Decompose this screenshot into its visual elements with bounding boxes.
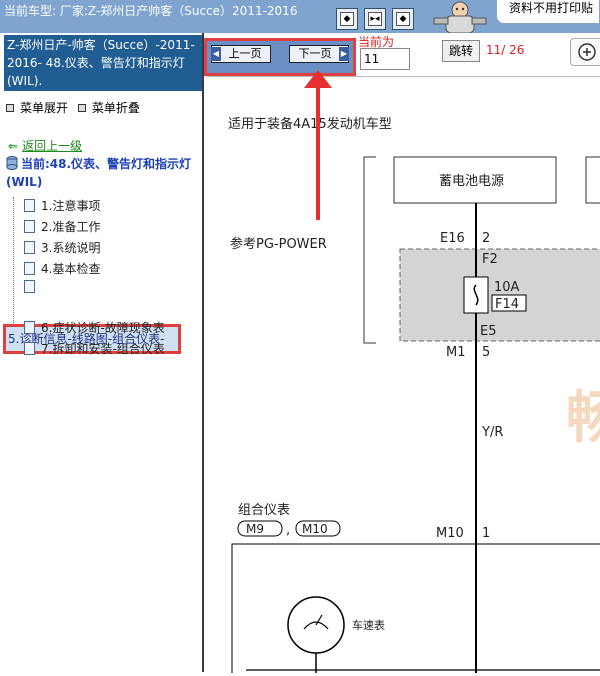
- top-bar: 当前车型: 厂家:Z-郑州日产帅客（Succe）2011-2016 ◆ ▸◂ ◆…: [0, 0, 600, 33]
- back-arrow-icon: ⇐: [8, 139, 19, 153]
- current-section-label: 当前:48.仪表、警告灯和指示灯(WIL): [6, 157, 192, 189]
- zoom-in-icon: [578, 43, 596, 61]
- connector-m9: M9: [246, 522, 264, 536]
- pin-m1: M1: [446, 345, 466, 360]
- cluster-label: 组合仪表: [238, 503, 290, 518]
- back-label: 返回上一级: [22, 139, 83, 153]
- tree-item-1[interactable]: 1.注意事项: [10, 197, 100, 214]
- tree-item-label: 4.基本检查: [41, 262, 101, 276]
- back-link[interactable]: ⇐ 返回上一级: [8, 137, 82, 154]
- pin-f2: F2: [482, 252, 498, 267]
- tree-item-4[interactable]: 4.基本检查: [10, 260, 100, 277]
- document-icon: [24, 199, 35, 212]
- next-page-label: 下一页: [298, 47, 332, 60]
- connector-m10: M10: [302, 522, 328, 536]
- pin-e16: E16: [440, 231, 465, 246]
- tree-item-7[interactable]: 7.拆卸和安装-组合仪表: [10, 340, 165, 357]
- menu-toggle-row: 菜单展开 菜单折叠: [6, 99, 140, 116]
- fuse-amp: 10A: [494, 280, 520, 295]
- tree-item-6[interactable]: 6.症状诊断-故障现象表: [10, 319, 165, 336]
- nav-last-button[interactable]: ◆: [392, 8, 414, 30]
- pin-e16-num: 2: [482, 231, 490, 246]
- mascot-icon: [433, 1, 487, 33]
- watermark-text: 畅: [566, 386, 600, 451]
- next-arrow-icon: ▶: [339, 47, 349, 61]
- jump-button[interactable]: 跳转: [442, 40, 480, 62]
- document-icon: [24, 280, 35, 293]
- tree-item-label: 6.症状诊断-故障现象表: [41, 321, 165, 335]
- tree-item-2[interactable]: 2.准备工作: [10, 218, 100, 235]
- document-icon: [24, 262, 35, 275]
- page-count: 11/ 26: [486, 43, 525, 57]
- prev-page-button[interactable]: ◀ 上一页: [211, 45, 271, 63]
- zoom-in-button[interactable]: [570, 38, 600, 66]
- prev-arrow-icon: ◀: [211, 47, 221, 61]
- tree-item-label: 3.系统说明: [41, 241, 101, 255]
- prev-page-label: 上一页: [228, 47, 262, 60]
- current-vehicle-text: 当前车型: 厂家:Z-郑州日产帅客（Succe）2011-2016: [4, 4, 298, 18]
- fuse-id: F14: [495, 297, 519, 312]
- red-arrow-annotation: [304, 70, 332, 220]
- tree-item-3[interactable]: 3.系统说明: [10, 239, 100, 256]
- ref-text: 参考PG-POWER: [230, 236, 327, 252]
- collapse-icon: [77, 104, 86, 112]
- pin-m10: M10: [436, 526, 464, 541]
- left-panel: Z-郑州日产-帅客（Succe）-2011-2016- 48.仪表、警告灯和指示…: [0, 33, 204, 672]
- nav-first-button[interactable]: ◆: [336, 8, 358, 30]
- database-icon: [6, 156, 18, 170]
- page-number-input[interactable]: 11: [360, 48, 410, 70]
- split-icon: ▸◂: [368, 12, 382, 26]
- cluster-box: [231, 543, 600, 676]
- battery-box-2: [585, 156, 600, 204]
- wiring-diagram: 适用于装备4A15发动机车型 畅 参考PG-POWER 蓄电池电源 E16 2 …: [206, 76, 600, 676]
- last-icon: ◆: [396, 12, 410, 26]
- document-icon: [24, 321, 35, 334]
- connector-comma: ,: [286, 523, 290, 538]
- notice-text: 资料不用打印贴: [509, 1, 594, 15]
- tree-item-label: 7.拆卸和安装-组合仪表: [41, 342, 165, 356]
- battery-label: 蓄电池电源: [439, 174, 504, 189]
- current-section: 当前:48.仪表、警告灯和指示灯(WIL): [6, 155, 206, 191]
- tree-item-label: 1.注意事项: [41, 199, 101, 213]
- wire-color: Y/R: [481, 425, 503, 440]
- menu-expand-label: 菜单展开: [20, 101, 69, 115]
- tree-item-label: 2.准备工作: [41, 220, 101, 234]
- document-icon: [24, 241, 35, 254]
- wiring-diagram-svg: 适用于装备4A15发动机车型 畅 参考PG-POWER 蓄电池电源 E16 2 …: [228, 116, 600, 676]
- pin-e5: E5: [480, 324, 497, 339]
- notice-banner: 资料不用打印贴: [496, 0, 600, 24]
- menu-expand-button[interactable]: 菜单展开: [6, 101, 68, 115]
- first-icon: ◆: [340, 12, 354, 26]
- bracket: [363, 156, 376, 344]
- pin-m10-num: 1: [482, 526, 490, 541]
- nav-middle-button[interactable]: ▸◂: [364, 8, 386, 30]
- menu-collapse-button[interactable]: 菜单折叠: [77, 101, 140, 115]
- pin-m1-num: 5: [482, 345, 490, 360]
- tree-item-5-icon: [10, 280, 41, 294]
- section-title: Z-郑州日产-帅客（Succe）-2011-2016- 48.仪表、警告灯和指示…: [4, 35, 202, 91]
- document-icon: [24, 220, 35, 233]
- menu-collapse-label: 菜单折叠: [91, 101, 140, 115]
- next-page-button[interactable]: 下一页 ▶: [289, 45, 349, 63]
- expand-icon: [6, 104, 14, 112]
- arrow-head: [304, 70, 332, 88]
- speedometer-label: 车速表: [352, 618, 385, 632]
- document-icon: [24, 342, 35, 355]
